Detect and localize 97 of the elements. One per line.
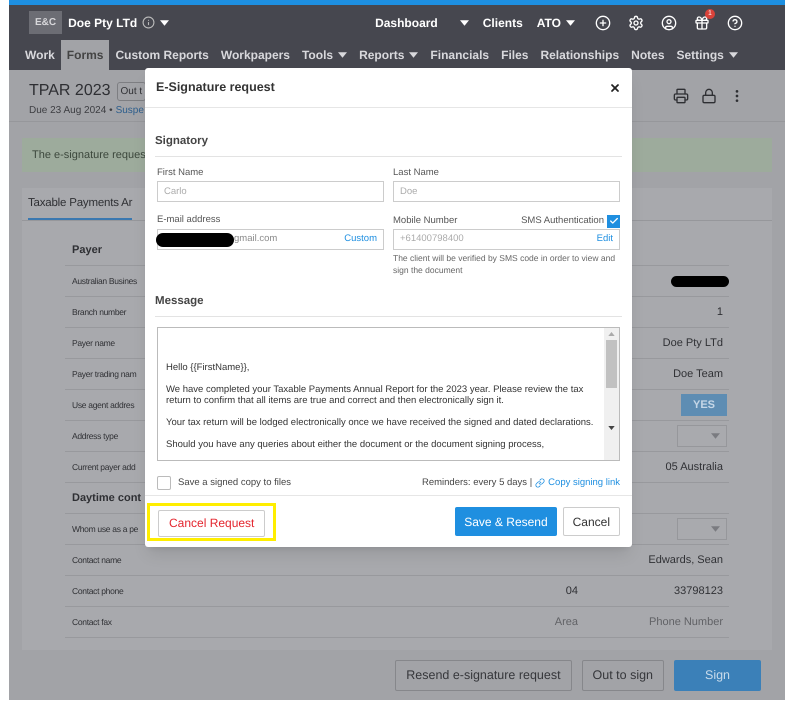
settings-icon[interactable] xyxy=(628,14,644,30)
email-value: gmail.com xyxy=(234,232,278,246)
plus-icon[interactable] xyxy=(595,14,611,30)
field-value: 1 xyxy=(716,304,723,320)
reminders-text: Reminders: every 5 days | xyxy=(422,476,532,490)
logo[interactable]: E&C xyxy=(29,11,62,34)
message-paragraph: Your tax return will be lodged electronically once we have received the signed and dated declarations. xyxy=(166,417,594,428)
copy-signing-link[interactable]: Copy signing link xyxy=(548,476,620,490)
check-icon xyxy=(608,216,618,226)
nav-tab[interactable]: Tools xyxy=(296,40,354,70)
field-value: Edwards, Sean xyxy=(648,552,723,568)
close-icon[interactable] xyxy=(609,82,621,94)
caret-icon xyxy=(711,526,720,532)
save-copy-checkbox[interactable] xyxy=(157,476,171,490)
field-label: Payer name xyxy=(72,336,115,350)
field-label: Use agent addres xyxy=(72,398,134,412)
field-label: Whom use as a pe xyxy=(72,522,138,536)
field-label: Current payer add xyxy=(72,460,136,474)
sms-checkbox[interactable] xyxy=(607,214,620,228)
caret-icon xyxy=(728,52,738,58)
due-date: Due 23 Aug 2024 • xyxy=(29,104,113,118)
sign-button[interactable]: Sign xyxy=(674,660,761,690)
section-heading: Daytime cont xyxy=(72,490,142,506)
edit-link[interactable]: Edit xyxy=(596,232,613,247)
message-field[interactable] xyxy=(157,327,620,461)
hint-text: The client will be verified by SMS code in order to view and sign the document xyxy=(393,252,616,276)
section-heading: Signatory xyxy=(155,135,208,147)
field-label: Last Name xyxy=(393,166,440,180)
nav-tab[interactable]: Custom Reports xyxy=(109,40,215,70)
gift-icon[interactable] xyxy=(694,14,710,30)
message-paragraph: Hello {{FirstName}}, xyxy=(166,362,250,373)
nav-tab[interactable]: Files xyxy=(495,40,534,70)
nav-tab[interactable]: Settings xyxy=(670,40,744,70)
dialog-title: E-Signature request xyxy=(156,79,275,96)
nav-tab[interactable]: Reports xyxy=(353,40,424,70)
save-resend-button[interactable]: Save & Resend xyxy=(455,507,557,536)
message-paragraph: Should you have any queries about either the document or the document signing process, xyxy=(166,439,546,450)
field-value: 05 Australia xyxy=(666,460,723,475)
field-label: Contact name xyxy=(72,554,122,566)
header-link[interactable]: Dashboard xyxy=(375,14,438,32)
field-label: Mobile Number xyxy=(393,214,458,228)
card-tab[interactable]: Taxable Payments Ar xyxy=(28,194,132,220)
caret-icon xyxy=(160,20,170,26)
nav-tab[interactable]: Notes xyxy=(625,40,670,70)
field-label: Address type xyxy=(72,430,118,442)
status-link[interactable]: Suspe xyxy=(116,103,144,118)
field-label: Branch number xyxy=(72,306,126,318)
mobile-field[interactable]: +61400798400 Edit xyxy=(393,229,620,250)
caret-icon xyxy=(409,52,418,58)
cancel-request-button[interactable]: Cancel Request xyxy=(158,510,266,536)
lock-icon[interactable] xyxy=(701,88,717,104)
header-link[interactable]: ATO xyxy=(536,14,561,32)
checkbox-label: Save a signed copy to files xyxy=(178,476,292,490)
first-name-field[interactable]: Carlo xyxy=(157,181,384,202)
nav-tab[interactable]: Financials xyxy=(424,40,496,70)
caret-icon xyxy=(460,20,469,26)
print-icon[interactable] xyxy=(673,88,689,104)
link-icon xyxy=(535,478,546,488)
field-value: Doe Pty LTd xyxy=(662,336,723,351)
footer-button[interactable]: Resend e-signature request xyxy=(395,660,572,690)
checkbox-label: SMS Authentication xyxy=(521,214,604,228)
field-value: Doe Team xyxy=(673,366,723,382)
footer-button[interactable]: Out to sign xyxy=(582,660,664,690)
custom-link[interactable]: Custom xyxy=(344,232,377,247)
scrollbar[interactable] xyxy=(604,328,619,460)
message-paragraph: We have completed your Taxable Payments Annual Report for the 2023 year. Please review the tax return to confirm that all items are true and correct and then electronically sign it. xyxy=(166,384,584,406)
caret-icon xyxy=(338,52,348,58)
field-label: Payer trading nam xyxy=(72,368,136,380)
alert-text: The e-signature reques xyxy=(32,148,146,163)
select-field[interactable] xyxy=(677,425,727,447)
field-label: First Name xyxy=(157,166,204,180)
phone-number: 33798123 xyxy=(673,584,723,599)
field-label: E-mail address xyxy=(157,213,222,227)
info-icon[interactable] xyxy=(142,16,156,29)
help-icon[interactable] xyxy=(727,14,743,30)
section-heading: Message xyxy=(155,295,204,307)
header-link[interactable]: Clients xyxy=(482,14,523,32)
cancel-button[interactable]: Cancel xyxy=(562,507,620,536)
last-name-field[interactable]: Doe xyxy=(393,181,620,202)
company-name[interactable]: Doe Pty LTd xyxy=(68,14,138,32)
area-code: 04 xyxy=(566,584,578,599)
field-label: Contact fax xyxy=(72,616,112,628)
nav-tab[interactable]: Workpapers xyxy=(214,40,296,70)
user-icon[interactable] xyxy=(661,14,677,30)
redaction-mark xyxy=(671,276,729,286)
field-label: Australian Busines xyxy=(72,274,137,288)
section-heading: Payer xyxy=(72,242,102,258)
field-label: Contact phone xyxy=(72,584,124,598)
page-title: TPAR 2023 xyxy=(29,81,111,101)
scroll-down-icon[interactable] xyxy=(608,426,615,430)
nav-tab[interactable]: Work xyxy=(19,40,61,70)
nav-tab[interactable]: Relationships xyxy=(534,40,626,70)
nav-tab[interactable]: Forms xyxy=(60,40,110,70)
caret-icon xyxy=(711,433,720,439)
caret-icon xyxy=(566,20,575,26)
select-field[interactable] xyxy=(677,518,727,540)
email-field[interactable]: gmail.com Custom xyxy=(157,229,384,250)
